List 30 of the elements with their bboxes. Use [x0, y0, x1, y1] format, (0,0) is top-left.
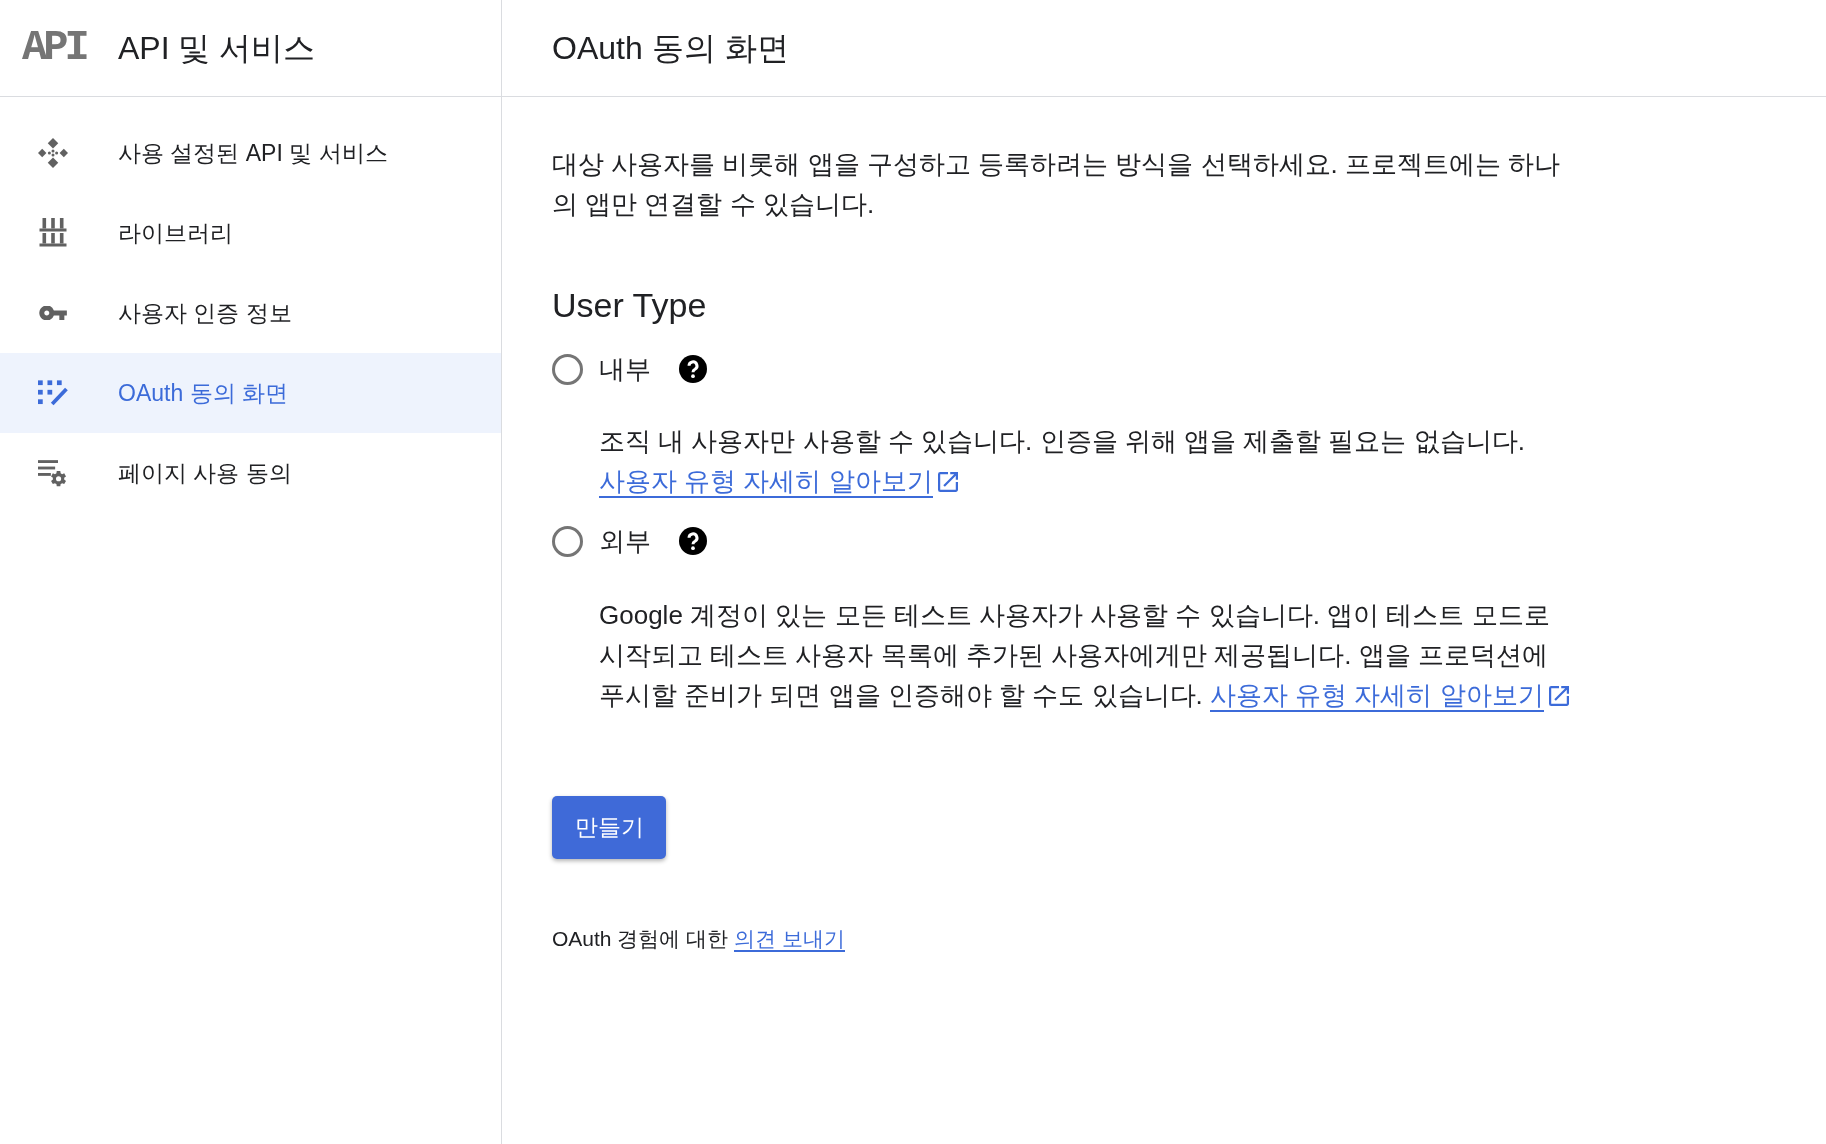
- list-gear-icon: [38, 458, 68, 488]
- radio-button[interactable]: [552, 525, 583, 557]
- radio-label: 외부: [599, 525, 651, 558]
- option-description: Google 계정이 있는 모든 테스트 사용자가 사용할 수 있습니다. 앱이 테스트 모드로 시작되고 테스트 사용자 목록에 추가된 사용자에게만 제공됩니다. 앱을 프로덕션에 푸시할 준비가 되면 앱을 인증해야 할 수도 있습니다. 사용자 유형 자세히 알아보기: [599, 595, 1576, 715]
- intro-text: 대상 사용자를 비롯해 앱을 구성하고 등록하려는 방식을 선택하세요. 프로젝트에는 하나의 앱만 연결할 수 있습니다.: [552, 148, 1562, 221]
- help-icon[interactable]: [679, 355, 707, 383]
- learn-more-link[interactable]: 사용자 유형 자세히 알아보기: [599, 466, 933, 498]
- sidebar-item[interactable]: 사용 설정된 API 및 서비스: [0, 113, 501, 193]
- diamond-cluster-icon: [38, 138, 68, 168]
- external-link-icon: [937, 472, 958, 492]
- bars-icon: [38, 218, 68, 248]
- sidebar-item[interactable]: 사용자 인증 정보: [0, 273, 501, 353]
- radio-button[interactable]: [552, 353, 583, 385]
- sidebar-item[interactable]: 라이브러리: [0, 193, 501, 273]
- external-link-icon: [1548, 686, 1569, 706]
- app-title: API 및 서비스: [118, 29, 316, 68]
- sidebar-item[interactable]: 페이지 사용 동의: [0, 433, 501, 513]
- help-icon[interactable]: [679, 527, 707, 555]
- dots-pencil-icon: [38, 378, 68, 408]
- section-heading: User Type: [552, 285, 708, 325]
- api-logo: API: [22, 27, 88, 69]
- sidebar-item[interactable]: OAuth 동의 화면: [0, 353, 501, 433]
- option-description: 조직 내 사용자만 사용할 수 있습니다. 인증을 위해 앱을 제출할 필요는 없습니다. 사용자 유형 자세히 알아보기: [599, 425, 1526, 500]
- learn-more-link[interactable]: 사용자 유형 자세히 알아보기: [1210, 680, 1544, 712]
- radio-label: 내부: [599, 353, 651, 386]
- page-title: OAuth 동의 화면: [552, 29, 789, 68]
- feedback-text: OAuth 경험에 대한 의견 보내기: [552, 926, 846, 954]
- key-icon: [38, 306, 68, 320]
- create-button[interactable]: 만들기: [552, 796, 666, 859]
- feedback-link[interactable]: 의견 보내기: [734, 927, 845, 952]
